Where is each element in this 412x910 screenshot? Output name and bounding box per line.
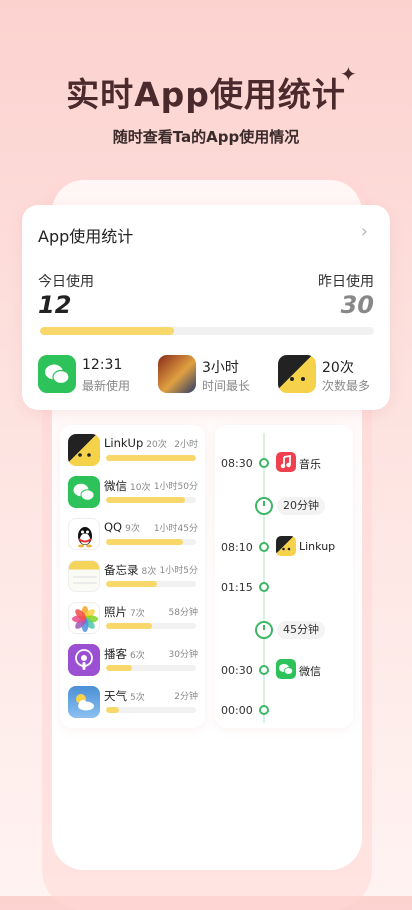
app-progress-fill xyxy=(106,707,119,713)
timeline-duration: 45分钟 xyxy=(277,621,325,639)
timeline-app-name: 微信 xyxy=(299,665,321,678)
wechat-icon xyxy=(38,355,76,393)
notes-icon xyxy=(68,560,100,592)
sparkle-icon: ✦ xyxy=(340,62,357,86)
app-progress-bar xyxy=(106,665,196,671)
app-row[interactable]: 备忘录 8次 1小时5分 xyxy=(68,559,200,601)
app-count: 7次 xyxy=(130,609,145,619)
timeline-dot xyxy=(259,705,269,715)
app-count: 8次 xyxy=(141,567,157,577)
today-count: 12 xyxy=(38,291,72,319)
yesterday-count: 30 xyxy=(340,291,374,319)
app-name: LinkUp xyxy=(104,436,144,450)
stat-label: 最新使用 xyxy=(82,379,131,393)
app-progress-fill xyxy=(106,581,158,587)
app-row[interactable]: 天气 5次 2分钟 xyxy=(68,685,200,727)
app-usage-list: LinkUp 20次 2小时 微信 10次 1小时50分 QQ 9次 1小时45分 备… xyxy=(60,425,205,728)
timeline-dot xyxy=(259,665,269,675)
usage-summary-card[interactable]: App使用统计 › 今日使用 昨日使用 12 30 12:31 最新使用 3小时… xyxy=(22,205,390,410)
hero-subtitle: 随时查看Ta的App使用情况 xyxy=(112,128,300,146)
chevron-right-icon[interactable]: › xyxy=(361,221,368,242)
app-name: 天气 xyxy=(104,689,127,703)
music-icon xyxy=(276,452,296,472)
linkup-icon xyxy=(278,355,316,393)
app-name: 微信 xyxy=(104,479,127,493)
app-duration: 2小时 xyxy=(174,440,198,450)
app-row[interactable]: 播客 6次 30分钟 xyxy=(68,643,200,685)
timeline-dot xyxy=(259,542,269,552)
timeline-time: 08:10 xyxy=(221,541,253,554)
stat-longest[interactable]: 3小时 时间最长 xyxy=(158,355,268,395)
linkup-icon xyxy=(68,434,100,466)
stat-value: 12:31 xyxy=(82,357,123,373)
clock-icon xyxy=(255,497,273,515)
today-label: 今日使用 xyxy=(38,274,94,290)
photos-icon xyxy=(68,602,100,634)
stat-label: 时间最长 xyxy=(202,379,251,393)
app-row[interactable]: 微信 10次 1小时50分 xyxy=(68,475,200,517)
clock-icon xyxy=(255,621,273,639)
app-progress-fill xyxy=(106,623,152,629)
app-count: 10次 xyxy=(130,483,151,493)
linkup-icon xyxy=(276,536,296,556)
timeline-time: 01:15 xyxy=(221,581,253,594)
stat-latest[interactable]: 12:31 最新使用 xyxy=(38,355,148,395)
stat-most-frequent[interactable]: 20次 次数最多 xyxy=(278,355,382,395)
app-progress-bar xyxy=(106,707,196,713)
app-progress-bar xyxy=(106,539,196,545)
app-count: 6次 xyxy=(130,651,145,661)
app-name: 备忘录 xyxy=(104,563,139,577)
podcast-icon xyxy=(68,644,100,676)
app-row[interactable]: 照片 7次 58分钟 xyxy=(68,601,200,643)
app-count: 5次 xyxy=(130,693,145,703)
stat-value: 3小时 xyxy=(202,360,239,376)
app-progress-fill xyxy=(106,539,183,545)
app-name: 照片 xyxy=(104,605,127,619)
timeline-time: 00:30 xyxy=(221,664,253,677)
timeline-time: 00:00 xyxy=(221,704,253,717)
usage-timeline: 08:30 音乐 20分钟 08:10 Linkup 01:15 45分钟 00… xyxy=(215,425,353,728)
app-row[interactable]: LinkUp 20次 2小时 xyxy=(68,433,200,475)
timeline-dot xyxy=(259,458,269,468)
wechat-icon xyxy=(276,659,296,679)
usage-progress-bar xyxy=(40,327,374,335)
timeline-line xyxy=(263,433,265,723)
stat-value: 20次 xyxy=(322,360,354,376)
timeline-duration: 20分钟 xyxy=(277,497,325,515)
app-progress-fill xyxy=(106,455,196,461)
app-duration: 1小时5分 xyxy=(159,566,198,576)
timeline-app-name: 音乐 xyxy=(299,458,321,471)
usage-progress-fill xyxy=(40,327,174,335)
game-icon xyxy=(158,355,196,393)
card-title: App使用统计 xyxy=(38,227,134,246)
timeline-time: 08:30 xyxy=(221,457,253,470)
app-progress-bar xyxy=(106,623,196,629)
app-name: 播客 xyxy=(104,647,127,661)
app-progress-fill xyxy=(106,665,133,671)
app-duration: 2分钟 xyxy=(174,692,198,702)
app-progress-bar xyxy=(106,455,196,461)
app-row[interactable]: QQ 9次 1小时45分 xyxy=(68,517,200,559)
app-count: 20次 xyxy=(146,440,167,450)
stat-label: 次数最多 xyxy=(322,379,371,393)
yesterday-label: 昨日使用 xyxy=(318,274,374,290)
app-count: 9次 xyxy=(125,524,140,534)
app-name: QQ xyxy=(104,520,123,534)
app-duration: 1小时50分 xyxy=(153,482,198,492)
timeline-dot xyxy=(259,582,269,592)
timeline-app-name: Linkup xyxy=(299,540,336,553)
app-duration: 30分钟 xyxy=(168,650,198,660)
app-progress-fill xyxy=(106,497,186,503)
app-progress-bar xyxy=(106,497,196,503)
qq-icon xyxy=(68,518,100,550)
app-duration: 58分钟 xyxy=(168,608,198,618)
weather-icon xyxy=(68,686,100,718)
app-progress-bar xyxy=(106,581,196,587)
app-duration: 1小时45分 xyxy=(153,524,198,534)
wechat-icon xyxy=(68,476,100,508)
